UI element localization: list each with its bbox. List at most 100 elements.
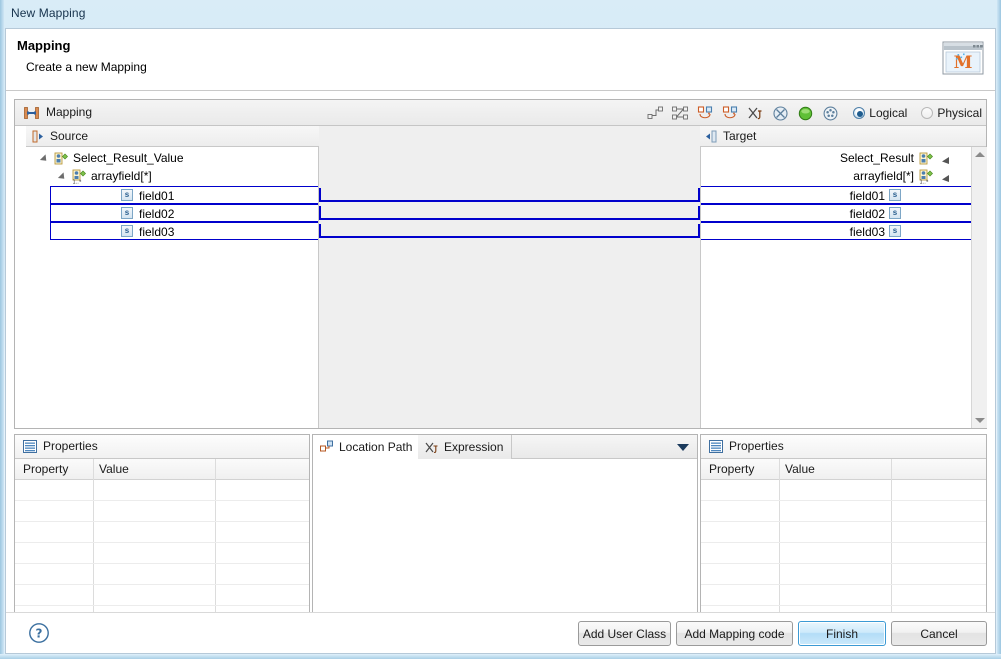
tree-node-target-0[interactable]: Select_Result [701,150,971,168]
add-user-class-button[interactable]: Add User Class [578,621,671,646]
column-header-value: Value [99,462,129,476]
finish-button[interactable]: Finish [798,621,886,646]
editor-tabs-panel: Location Path Expression [312,434,698,614]
connection-line-1[interactable] [319,200,700,202]
table-row[interactable] [701,543,986,564]
tree-leaf-target-field03[interactable]: field03 s [700,222,971,240]
properties-left-label: Properties [43,439,98,453]
collapse-arrow-icon[interactable] [941,172,950,181]
chevron-down-icon[interactable] [677,444,689,451]
auto-map-icon[interactable] [647,105,664,122]
cancel-button[interactable]: Cancel [891,621,987,646]
column-header-value: Value [785,462,815,476]
radio-logical[interactable] [853,107,865,119]
properties-left-table[interactable]: Property Value [15,459,309,613]
array-type-icon: 1..* [72,169,87,184]
connection-nub-source-3 [319,224,321,236]
properties-right-header: Properties [701,435,986,459]
table-row[interactable] [701,522,986,543]
column-header-property: Property [709,462,754,476]
tree-leaf-label: field01 [850,189,885,203]
target-panel-label: Target [723,129,756,143]
properties-panel-left: Properties Property Value [14,434,310,614]
expand-arrow-icon[interactable] [40,154,49,163]
column-header-property: Property [23,462,68,476]
target-panel-icon [705,130,718,143]
dialog-client-area: Mapping Create a new Mapping M [5,28,996,654]
settings-icon[interactable] [822,105,839,122]
radio-physical[interactable] [921,107,933,119]
target-vertical-scrollbar[interactable] [971,147,987,428]
source-tree[interactable]: Select_Result_Value 1..* arrayfield[*] [26,147,319,428]
location-path-icon [320,440,334,453]
page-title: Mapping [17,38,70,53]
scroll-down-icon[interactable] [975,418,985,423]
editor-tab-strip: Location Path Expression [313,435,697,459]
table-row[interactable] [15,480,309,501]
string-type-icon: s [889,207,901,219]
table-row[interactable] [15,522,309,543]
collapse-arrow-icon[interactable] [941,154,950,163]
tree-node-label: Select_Result_Value [73,151,184,165]
tree-leaf-source-field01[interactable]: s field01 [50,186,319,204]
properties-left-table-header: Property Value [15,459,309,480]
complex-type-icon [919,151,934,166]
window-frame-bottom [0,654,1001,659]
window-frame-left [0,0,4,659]
tree-leaf-source-field03[interactable]: s field03 [50,222,319,240]
dialog-footer: ? Add User Class Add Mapping code Finish… [6,612,995,653]
tree-leaf-label: field02 [850,207,885,221]
complex-type-icon [54,151,69,166]
view-mode-physical-label: Physical [937,106,982,120]
connection-line-3[interactable] [319,236,700,238]
mapping-group-label: Mapping [46,105,92,119]
tree-node-target-1[interactable]: arrayfield[*] 1..* [701,168,971,186]
svg-text:M: M [954,53,973,73]
tree-leaf-source-field02[interactable]: s field02 [50,204,319,222]
group-target-icon[interactable] [722,105,739,122]
target-tree[interactable]: Select_Result arrayfield[*] [700,147,971,428]
connection-nub-source-1 [319,188,321,200]
view-mode-logical[interactable]: Logical [853,106,907,120]
tree-leaf-target-field02[interactable]: field02 s [700,204,971,222]
tree-leaf-label: field03 [139,225,174,239]
tree-leaf-target-field01[interactable]: field01 s [700,186,971,204]
svg-text:1..*: 1..* [73,180,82,185]
table-row[interactable] [701,480,986,501]
map-all-icon[interactable] [672,105,689,122]
string-type-icon: s [889,189,901,201]
properties-icon [709,440,723,453]
table-row[interactable] [15,585,309,606]
tab-location-path[interactable]: Location Path [313,435,421,459]
status-ok-icon[interactable] [797,105,814,122]
properties-right-table[interactable]: Property Value [701,459,986,613]
table-row[interactable] [15,501,309,522]
string-type-icon: s [889,225,901,237]
target-panel-header: Target [700,126,986,147]
connection-line-2[interactable] [319,218,700,220]
tree-leaf-label: field02 [139,207,174,221]
table-row[interactable] [15,543,309,564]
expand-arrow-icon[interactable] [58,172,67,181]
help-icon[interactable]: ? [28,622,50,644]
table-row[interactable] [15,564,309,585]
tree-leaf-label: field01 [139,189,174,203]
scroll-up-icon[interactable] [975,152,985,157]
svg-text:?: ? [36,627,43,641]
clear-mappings-icon[interactable] [772,105,789,122]
add-mapping-code-button[interactable]: Add Mapping code [676,621,793,646]
array-type-icon: 1..* [919,169,934,184]
tab-location-path-label: Location Path [339,440,412,454]
group-source-icon[interactable] [697,105,714,122]
source-panel-icon [32,130,45,143]
tab-expression-label: Expression [444,440,503,454]
mapping-canvas[interactable] [319,126,700,428]
mapping-group: Mapping [14,99,987,429]
table-row[interactable] [701,564,986,585]
function-icon[interactable] [747,105,764,122]
tab-expression[interactable]: Expression [418,435,512,459]
view-mode-physical[interactable]: Physical [921,106,982,120]
table-row[interactable] [701,501,986,522]
location-path-editor[interactable] [313,459,697,613]
table-row[interactable] [701,585,986,606]
